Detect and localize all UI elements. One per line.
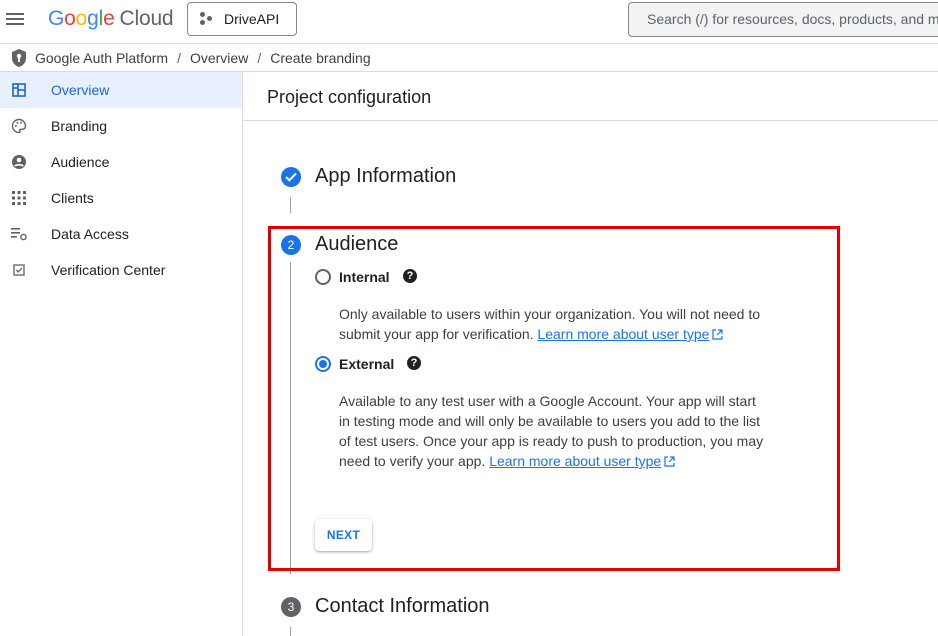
external-desc-line: need to verify your app. bbox=[339, 453, 486, 469]
step-title-app-information[interactable]: App Information bbox=[315, 165, 456, 188]
sidebar: Overview Branding Audience Clients Data … bbox=[0, 72, 243, 636]
learn-more-user-type-link[interactable]: Learn more about user type bbox=[489, 453, 661, 469]
search-input[interactable]: Search (/) for resources, docs, products… bbox=[628, 2, 938, 37]
breadcrumb-item-create-branding: Create branding bbox=[270, 49, 371, 66]
sidebar-item-label: Clients bbox=[51, 190, 94, 206]
step-title-contact-information[interactable]: Contact Information bbox=[315, 595, 490, 618]
breadcrumb-item-overview[interactable]: Overview bbox=[190, 50, 248, 66]
project-name: DriveAPI bbox=[224, 11, 280, 27]
top-bar: Google Cloud DriveAPI Search (/) for reso… bbox=[0, 0, 938, 44]
dashboard-icon bbox=[11, 82, 27, 98]
external-description: Available to any test user with a Google… bbox=[339, 391, 819, 471]
external-link-icon bbox=[712, 329, 724, 340]
internal-radio[interactable] bbox=[315, 269, 331, 285]
page-title: Project configuration bbox=[267, 87, 432, 107]
step-complete-check-icon bbox=[281, 167, 301, 187]
sidebar-item-label: Overview bbox=[51, 82, 110, 98]
sidebar-item-label: Audience bbox=[51, 154, 110, 170]
sidebar-item-audience[interactable]: Audience bbox=[0, 144, 242, 180]
internal-label[interactable]: Internal bbox=[339, 269, 390, 285]
learn-more-user-type-link[interactable]: Learn more about user type bbox=[537, 326, 709, 342]
sidebar-item-data-access[interactable]: Data Access bbox=[0, 216, 242, 252]
sidebar-item-clients[interactable]: Clients bbox=[0, 180, 242, 216]
help-icon[interactable]: ? bbox=[403, 269, 417, 283]
breadcrumb-item-auth-platform[interactable]: Google Auth Platform bbox=[35, 50, 168, 66]
internal-description: Only available to users within your orga… bbox=[339, 304, 809, 344]
breadcrumb-separator: / bbox=[177, 49, 181, 66]
internal-desc-line: Only available to users within your orga… bbox=[339, 306, 761, 322]
page-header: Project configuration bbox=[243, 72, 938, 121]
sidebar-item-verification-center[interactable]: Verification Center bbox=[0, 252, 242, 288]
project-picker-button[interactable]: DriveAPI bbox=[187, 2, 297, 36]
internal-desc-line: submit your app for verification. bbox=[339, 326, 534, 342]
sidebar-item-branding[interactable]: Branding bbox=[0, 108, 242, 144]
apps-grid-icon bbox=[11, 190, 27, 206]
palette-icon bbox=[11, 118, 27, 134]
help-icon[interactable]: ? bbox=[407, 356, 421, 370]
external-label[interactable]: External bbox=[339, 356, 394, 372]
external-desc-line: Available to any test user with a Google… bbox=[339, 393, 756, 409]
google-cloud-logo[interactable]: Google Cloud bbox=[48, 7, 174, 31]
external-desc-line: of test users. Once your app is ready to… bbox=[339, 433, 764, 449]
external-link-icon bbox=[664, 456, 675, 467]
checkbox-icon bbox=[11, 262, 27, 278]
main-menu-icon[interactable] bbox=[6, 10, 26, 30]
external-radio[interactable] bbox=[315, 356, 331, 372]
project-dots-icon bbox=[200, 12, 214, 26]
account-circle-icon bbox=[11, 154, 27, 170]
step-connector bbox=[290, 627, 291, 636]
sidebar-item-label: Verification Center bbox=[51, 262, 166, 278]
sidebar-item-label: Branding bbox=[51, 118, 108, 134]
shield-icon bbox=[12, 48, 26, 67]
external-desc-line: in testing mode and will only be availab… bbox=[339, 413, 761, 429]
breadcrumb: Google Auth Platform / Overview / Create… bbox=[0, 44, 938, 72]
data-access-icon bbox=[11, 226, 27, 242]
step-number-badge: 3 bbox=[281, 597, 301, 617]
breadcrumb-separator: / bbox=[257, 49, 262, 66]
sidebar-item-label: Data Access bbox=[51, 226, 129, 242]
next-button[interactable]: NEXT bbox=[315, 519, 372, 551]
step-connector bbox=[290, 197, 291, 213]
sidebar-item-overview[interactable]: Overview bbox=[0, 72, 242, 108]
